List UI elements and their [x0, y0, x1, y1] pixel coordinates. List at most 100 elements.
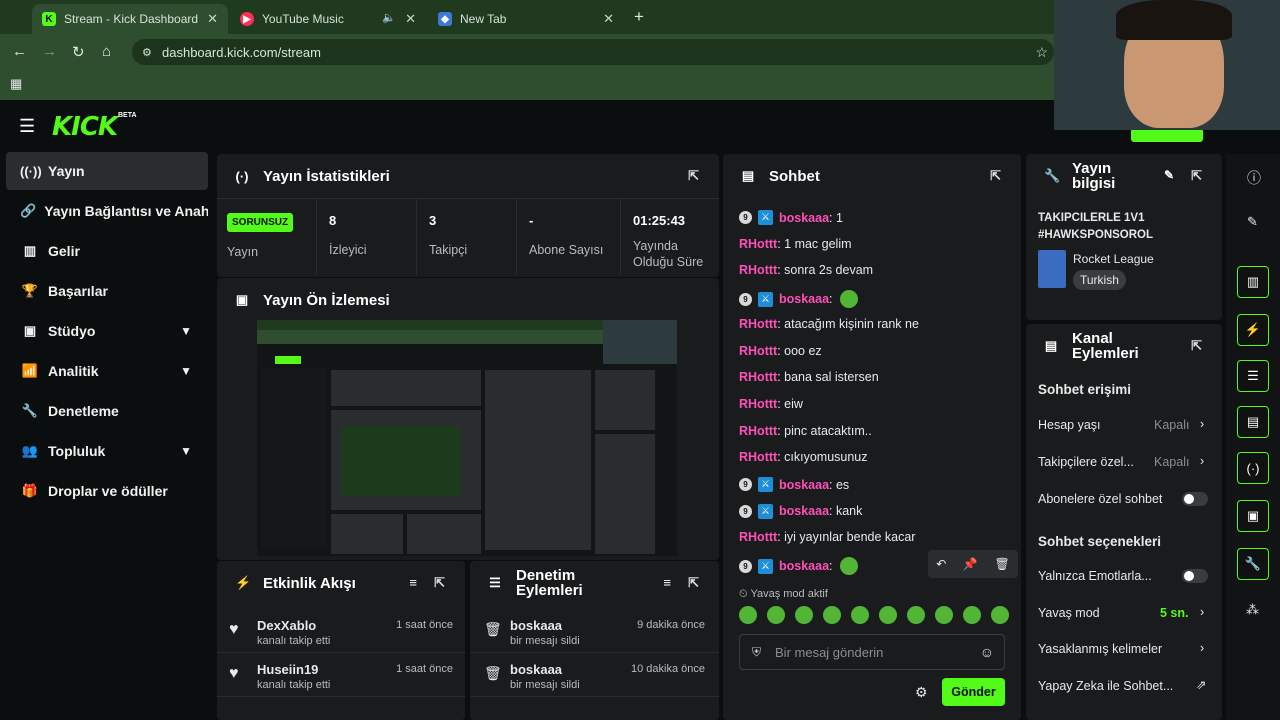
info-icon[interactable]: ⓘ	[1247, 168, 1261, 188]
sidebar-item-stream-key[interactable]: 🔗Yayın Bağlantısı ve Anahtarı	[6, 192, 208, 230]
preview-icon: ▣	[235, 292, 249, 307]
rail-list-button[interactable]: ☰	[1237, 360, 1269, 392]
chat-username[interactable]: RHottt	[739, 344, 777, 358]
chevron-right-icon[interactable]: ›	[1200, 605, 1204, 619]
popout-icon[interactable]: ⇱	[1191, 338, 1202, 354]
tab-new-tab[interactable]: ◆ New Tab ✕	[428, 4, 624, 34]
chat-username[interactable]: RHottt	[739, 397, 777, 411]
chevron-right-icon[interactable]: ›	[1200, 641, 1204, 655]
send-button[interactable]: Gönder	[942, 678, 1005, 706]
emote-icon[interactable]	[991, 606, 1009, 624]
sidebar-item-analitik[interactable]: 📶 Analitik ▼	[6, 352, 208, 390]
close-tab-icon[interactable]: ✕	[405, 11, 416, 27]
filter-icon[interactable]: ≡	[663, 575, 671, 590]
chat-username[interactable]: RHottt	[739, 424, 777, 438]
forward-icon[interactable]: →	[42, 43, 57, 60]
account-age-setting[interactable]: Hesap yaşı	[1038, 418, 1101, 432]
rail-lightning-button[interactable]: ⚡	[1237, 314, 1269, 346]
sidebar-item-topluluk[interactable]: 👥 Topluluk ▼	[6, 432, 208, 470]
emote-icon[interactable]	[823, 606, 841, 624]
go-live-button[interactable]	[1131, 128, 1203, 142]
stream-title: TAKIPCILERLE 1V1 #HAWKSPONSOROL	[1038, 212, 1154, 241]
emote-icon[interactable]	[851, 606, 869, 624]
close-tab-icon[interactable]: ✕	[603, 11, 614, 27]
url-field[interactable]: ⚙ dashboard.kick.com/stream ☆	[132, 39, 1054, 65]
category-name[interactable]: Rocket League	[1073, 252, 1154, 266]
chat-message: RHottt: bana sal istersen	[739, 370, 879, 385]
emote-only-toggle[interactable]	[1182, 569, 1208, 583]
popout-icon[interactable]: ⇱	[434, 575, 445, 591]
sidebar-item-denetleme[interactable]: 🔧 Denetleme	[6, 392, 208, 430]
sidebar-item-yayin[interactable]: ((·)) Yayın	[6, 152, 208, 190]
ai-moderation-setting[interactable]: Yapay Zeka ile Sohbet...	[1038, 679, 1173, 693]
wrench-icon: 🔧	[21, 403, 39, 418]
home-icon[interactable]: ⌂	[102, 43, 111, 60]
reply-icon[interactable]: ↶	[936, 557, 946, 571]
settings-gear-icon[interactable]: ⚙	[915, 684, 928, 701]
tab-kick-dashboard[interactable]: K Stream - Kick Dashboard ✕	[32, 4, 228, 34]
stream-preview-video[interactable]	[257, 320, 677, 556]
rail-chat-button[interactable]: ▤	[1237, 406, 1269, 438]
emote-icon[interactable]	[935, 606, 953, 624]
popout-icon[interactable]: ⇱	[990, 168, 1001, 184]
kick-logo[interactable]: KICK	[52, 112, 118, 142]
chat-username[interactable]: RHottt	[739, 530, 777, 544]
menu-icon[interactable]: ☰	[19, 116, 35, 137]
emote-icon[interactable]	[767, 606, 785, 624]
emote-icon[interactable]	[879, 606, 897, 624]
chevron-right-icon[interactable]: ›	[1200, 417, 1204, 431]
tab-youtube-music[interactable]: ▶ YouTube Music 🔈 ✕	[230, 4, 426, 34]
banned-words-setting[interactable]: Yasaklanmış kelimeler	[1038, 642, 1162, 656]
chat-input[interactable]: ⛨ Bir mesaj gönderin ☺	[739, 634, 1005, 670]
chevron-right-icon[interactable]: ›	[1200, 454, 1204, 468]
chat-username[interactable]: RHottt	[739, 263, 777, 277]
chat-username[interactable]: boskaaa	[779, 504, 829, 518]
emote-icon[interactable]	[739, 606, 757, 624]
popout-icon[interactable]: ⇱	[688, 168, 699, 184]
pin-icon[interactable]: 📌	[963, 557, 978, 571]
new-tab-button[interactable]: +	[634, 7, 644, 27]
emote-icon[interactable]	[907, 606, 925, 624]
external-link-icon[interactable]: ⇗	[1196, 677, 1206, 692]
chat-username[interactable]: boskaaa	[779, 292, 829, 306]
close-tab-icon[interactable]: ✕	[207, 11, 218, 27]
edit-icon[interactable]: ✎	[1247, 214, 1258, 230]
delete-icon[interactable]: 🗑	[994, 557, 1009, 571]
bookmark-star-icon[interactable]: ☆	[1035, 44, 1048, 61]
reload-icon[interactable]: ↻	[72, 43, 85, 61]
rail-wrench-button[interactable]: 🔧	[1237, 548, 1269, 580]
rail-broadcast-button[interactable]: (·)	[1237, 452, 1269, 484]
sidebar-item-basarilar[interactable]: 🏆 Başarılar	[6, 272, 208, 310]
chat-username[interactable]: RHottt	[739, 317, 777, 331]
category-thumbnail[interactable]	[1038, 250, 1066, 288]
speaker-icon[interactable]: 🔈	[382, 11, 396, 24]
chat-username[interactable]: boskaaa	[779, 559, 829, 573]
subs-only-toggle[interactable]	[1182, 492, 1208, 506]
back-icon[interactable]: ←	[12, 43, 27, 60]
chevron-down-icon: ▼	[180, 324, 192, 338]
chat-username[interactable]: boskaaa	[779, 211, 829, 225]
emote-icon[interactable]	[795, 606, 813, 624]
chat-username[interactable]: RHottt	[739, 370, 777, 384]
shapes-icon[interactable]: ⁂	[1246, 602, 1259, 618]
edit-icon[interactable]: ✎	[1164, 168, 1174, 182]
rail-revenue-button[interactable]: ▥	[1237, 266, 1269, 298]
site-info-icon[interactable]: ⚙	[142, 46, 152, 59]
popout-icon[interactable]: ⇱	[1191, 168, 1202, 184]
filter-icon[interactable]: ≡	[409, 575, 417, 590]
sidebar-item-studyo[interactable]: ▣ Stüdyo ▼	[6, 312, 208, 350]
badge-icon: 9	[739, 478, 752, 491]
chat-username[interactable]: boskaaa	[779, 478, 829, 492]
followers-only-setting[interactable]: Takipçilere özel...	[1038, 455, 1134, 469]
apps-grid-icon[interactable]: ▦	[10, 76, 22, 92]
rail-channel-actions-button[interactable]: ▣	[1237, 500, 1269, 532]
slow-mode-setting[interactable]: Yavaş mod	[1038, 606, 1100, 620]
emoji-icon[interactable]: ☺	[980, 644, 994, 660]
sidebar-item-droplar[interactable]: 🎁 Droplar ve ödüller	[6, 472, 208, 510]
chat-username[interactable]: RHottt	[739, 237, 777, 251]
sidebar-item-gelir[interactable]: ▥ Gelir	[6, 232, 208, 270]
popout-icon[interactable]: ⇱	[688, 575, 699, 591]
chat-username[interactable]: RHottt	[739, 450, 777, 464]
chat-icon: ▤	[741, 168, 755, 183]
emote-icon[interactable]	[963, 606, 981, 624]
